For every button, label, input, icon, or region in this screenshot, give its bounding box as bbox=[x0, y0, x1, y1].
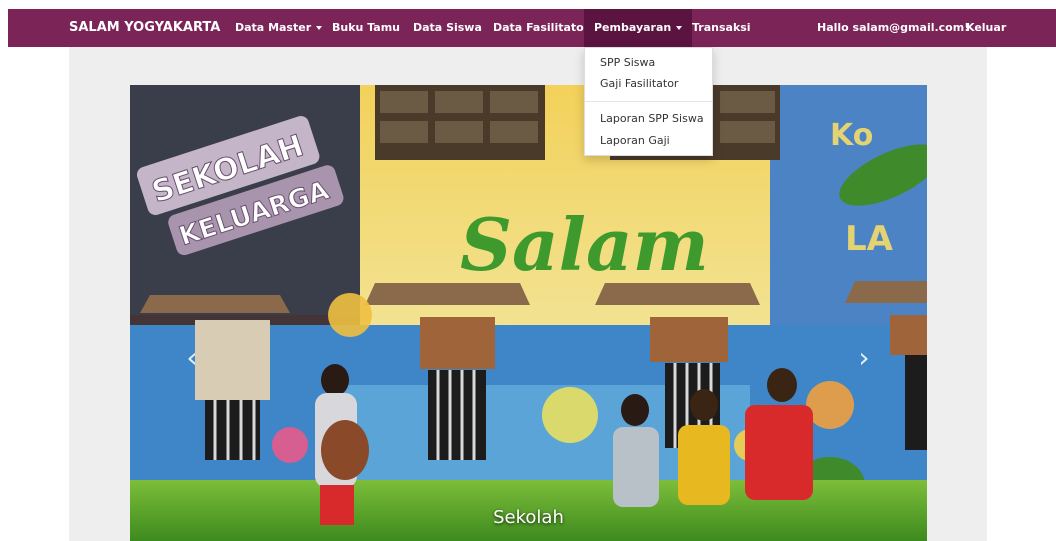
menu-divider bbox=[585, 101, 712, 102]
image-carousel: Salam SEKOLAH KELUARGA Ko LA ‹ › Sekolah bbox=[130, 85, 927, 541]
menu-item-spp-siswa[interactable]: SPP Siswa bbox=[600, 56, 655, 69]
nav-data-fasilitator-label: Data Fasilitator bbox=[493, 21, 590, 34]
nav-transaksi-label: Transaksi bbox=[692, 21, 751, 34]
nav-data-master-label: Data Master bbox=[235, 21, 312, 34]
menu-item-laporan-gaji[interactable]: Laporan Gaji bbox=[600, 134, 670, 147]
menu-item-gaji-fasilitator[interactable]: Gaji Fasilitator bbox=[600, 77, 678, 90]
logout-link[interactable]: Keluar bbox=[966, 9, 1006, 47]
nav-pembayaran-label: Pembayaran bbox=[594, 21, 672, 34]
pembayaran-dropdown-menu: SPP Siswa Gaji Fasilitator Laporan SPP S… bbox=[584, 47, 713, 156]
top-navbar: SALAM YOGYAKARTA Data Master Buku Tamu D… bbox=[8, 9, 1056, 47]
nav-data-siswa-label: Data Siswa bbox=[413, 21, 482, 34]
svg-text:Ko: Ko bbox=[830, 118, 873, 153]
caret-down-icon bbox=[316, 26, 323, 30]
chevron-right-icon: › bbox=[858, 341, 870, 374]
nav-transaksi[interactable]: Transaksi bbox=[692, 9, 751, 47]
carousel-prev-button[interactable]: ‹ bbox=[180, 343, 204, 373]
brand-logo-text[interactable]: SALAM YOGYAKARTA bbox=[69, 9, 220, 47]
user-greeting[interactable]: Hallo salam@gmail.com! bbox=[817, 9, 969, 47]
nav-pembayaran[interactable]: Pembayaran bbox=[584, 9, 693, 47]
caret-down-icon bbox=[676, 26, 683, 30]
nav-buku-tamu-label: Buku Tamu bbox=[332, 21, 400, 34]
carousel-caption: Sekolah bbox=[493, 507, 564, 528]
chevron-left-icon: ‹ bbox=[186, 341, 198, 374]
nav-data-master[interactable]: Data Master bbox=[235, 9, 323, 47]
mural-photo: Salam SEKOLAH KELUARGA Ko LA bbox=[130, 85, 927, 541]
svg-text:LA: LA bbox=[845, 219, 894, 259]
nav-data-siswa[interactable]: Data Siswa bbox=[413, 9, 482, 47]
carousel-next-button[interactable]: › bbox=[852, 343, 876, 373]
nav-data-fasilitator[interactable]: Data Fasilitator bbox=[493, 9, 589, 47]
mural-salam-text: Salam bbox=[460, 202, 709, 287]
menu-item-laporan-spp-siswa[interactable]: Laporan SPP Siswa bbox=[600, 112, 704, 125]
nav-buku-tamu[interactable]: Buku Tamu bbox=[332, 9, 400, 47]
